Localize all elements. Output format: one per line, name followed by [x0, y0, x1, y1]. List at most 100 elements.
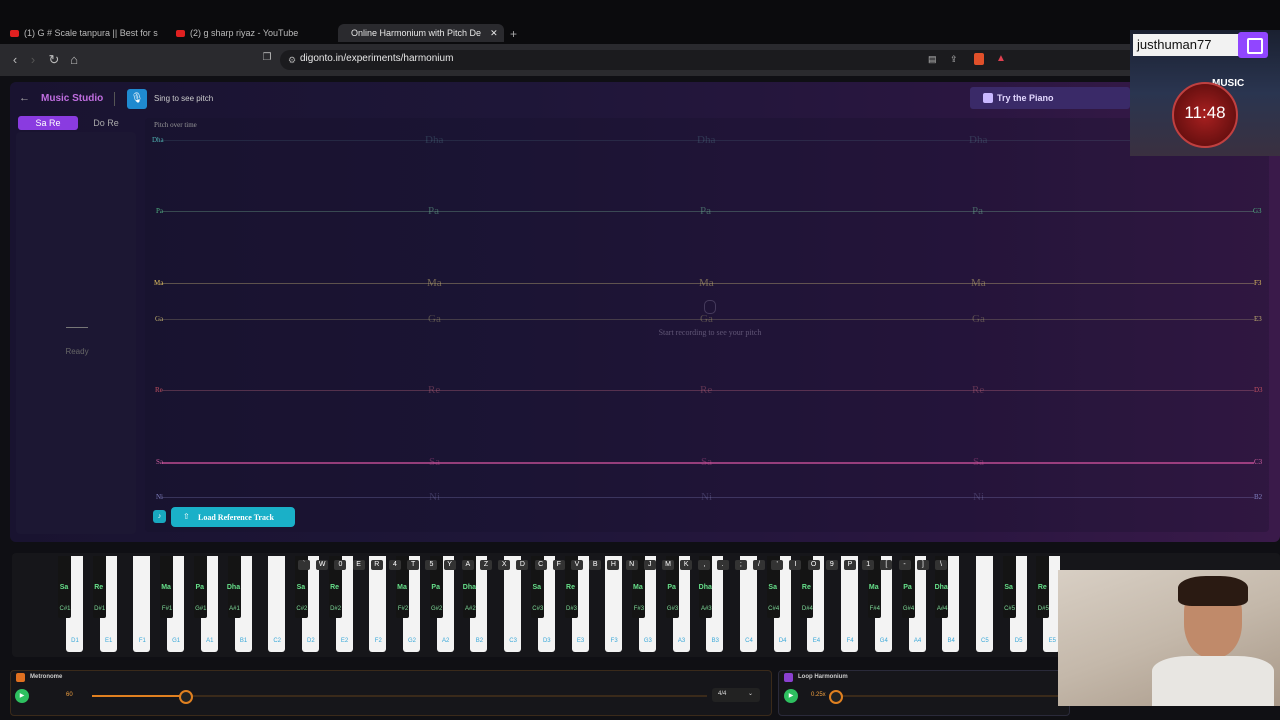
- reload-icon[interactable]: ↻: [47, 52, 61, 68]
- white-key-note: E4: [812, 638, 821, 644]
- white-key-note: D2: [307, 638, 315, 644]
- bpm-slider-thumb[interactable]: [179, 690, 193, 704]
- keycap-label: /: [753, 560, 765, 570]
- bpm-value: 60: [66, 692, 73, 698]
- keycap-label: ]: [916, 560, 929, 570]
- black-key-note: C#1: [59, 606, 71, 612]
- black-key-swara: Dha: [698, 584, 712, 591]
- black-key-swara: Sa: [59, 584, 69, 591]
- close-icon[interactable]: ✕: [490, 28, 498, 39]
- keycap-label: W: [316, 560, 329, 570]
- black-key-note: A#1: [229, 606, 240, 612]
- tab-label: (2) g sharp riyaz - YouTube: [190, 28, 299, 38]
- keycap-label: \: [935, 560, 947, 570]
- youtube-icon: [10, 29, 19, 37]
- new-tab-icon[interactable]: +: [510, 27, 517, 41]
- pitch-indicator: [66, 327, 88, 328]
- swara-label: Pa: [428, 205, 439, 217]
- bookmark-icon[interactable]: ❐: [260, 52, 274, 63]
- metronome-panel: [10, 670, 772, 716]
- site-info-icon[interactable]: ⚙: [288, 55, 296, 66]
- load-reference-label: Load Reference Track: [198, 513, 274, 522]
- keycap-label: M: [662, 560, 674, 570]
- sing-label: Sing to see pitch: [154, 94, 214, 103]
- loop-speed: 0.25x: [811, 692, 826, 698]
- back-icon[interactable]: ‹: [8, 52, 22, 67]
- browser-tab-1[interactable]: (1) G # Scale tanpura || Best for s: [10, 24, 160, 42]
- white-key-note: B3: [711, 638, 719, 644]
- black-key-swara: Ma: [633, 584, 643, 591]
- white-key-note: B1: [239, 638, 248, 644]
- reader-icon[interactable]: ▤: [928, 54, 937, 65]
- white-key-note: D5: [1014, 638, 1023, 644]
- black-key-note: G#4: [902, 606, 915, 612]
- black-key-note: A#2: [465, 606, 476, 612]
- loop-label: Loop Harmonium: [798, 674, 848, 680]
- play-icon[interactable]: ▶: [15, 689, 29, 703]
- black-key-note: F#2: [397, 606, 409, 612]
- mic-icon[interactable]: 🎙: [127, 89, 147, 109]
- swara-label: Pa: [972, 205, 983, 217]
- keycap-label: H: [607, 560, 620, 570]
- black-key-swara: Re: [566, 584, 575, 591]
- mode-do-re-button[interactable]: Do Re: [80, 116, 132, 130]
- black-key-note: F#1: [161, 606, 173, 612]
- keycap-label: 1: [862, 560, 875, 570]
- note-label-right: B2: [1254, 493, 1263, 501]
- white-key-note: E3: [576, 638, 585, 644]
- youtube-icon: [176, 29, 185, 37]
- white-key-note: D4: [778, 638, 787, 644]
- swara-label: Ga: [428, 313, 441, 325]
- swara-label: Ni: [973, 491, 984, 503]
- time-signature-value: 4/4: [718, 691, 727, 697]
- mode-sa-re-button[interactable]: Sa Re: [18, 116, 78, 130]
- swara-label: Sa: [701, 456, 712, 468]
- loop-play-icon[interactable]: ▶: [784, 689, 798, 703]
- black-key-note: C#5: [1004, 606, 1016, 612]
- white-key-note: A3: [677, 638, 686, 644]
- black-key-note: F#4: [869, 606, 880, 612]
- browser-tab-2[interactable]: (2) g sharp riyaz - YouTube: [176, 24, 326, 42]
- keycap-label: [: [880, 560, 893, 570]
- loop-slider-thumb[interactable]: [829, 690, 843, 704]
- white-key-note: G3: [643, 638, 652, 644]
- white-key-note: E1: [105, 638, 113, 644]
- keycap-label: E: [352, 560, 365, 570]
- loop-slider-track: [838, 695, 1058, 697]
- keycap-label: P: [844, 560, 856, 570]
- keycap-label: ': [771, 560, 784, 570]
- keycap-label: 5: [425, 560, 438, 570]
- black-key-swara: Pa: [903, 584, 912, 591]
- black-key-swara: Dha: [462, 584, 476, 591]
- keycap-label: Z: [480, 560, 492, 570]
- brave-shield-icon[interactable]: [974, 53, 984, 65]
- black-key-swara: Dha: [226, 584, 241, 591]
- keycap-label: B: [589, 560, 602, 570]
- share-icon[interactable]: ⇪: [950, 54, 958, 65]
- back-arrow-icon[interactable]: ←: [19, 92, 30, 104]
- white-key-note: C2: [273, 638, 282, 644]
- twitch-glyph: [1247, 38, 1263, 54]
- swara-label: Re: [428, 384, 441, 396]
- keycap-label: Y: [443, 560, 456, 570]
- black-key-note: D#2: [330, 606, 342, 612]
- rewards-icon[interactable]: ▲: [996, 53, 1006, 64]
- black-key-swara: Sa: [532, 584, 542, 591]
- white-key-note: B4: [947, 638, 955, 644]
- black-key-swara: Pa: [431, 584, 440, 591]
- forward-icon[interactable]: ›: [26, 52, 40, 67]
- keycap-label: J: [643, 560, 656, 570]
- url-text: digonto.in/experiments/harmonium: [300, 53, 454, 64]
- swara-label: Ga: [700, 313, 713, 325]
- black-key-swara: Re: [801, 584, 811, 591]
- swara-label-left: Dha: [152, 136, 164, 144]
- swara-label: Ma: [427, 277, 442, 289]
- browser-tab-3[interactable]: Online Harmonium with Pitch De ✕: [338, 24, 504, 42]
- home-icon[interactable]: ⌂: [67, 52, 81, 67]
- black-key-note: G#1: [195, 606, 207, 612]
- note-label-right: F3: [1254, 279, 1262, 287]
- keycap-label: 9: [825, 560, 838, 570]
- white-key-note: D3: [542, 638, 551, 644]
- swara-label-left: Pa: [156, 207, 163, 215]
- note-label-right: C3: [1254, 458, 1263, 466]
